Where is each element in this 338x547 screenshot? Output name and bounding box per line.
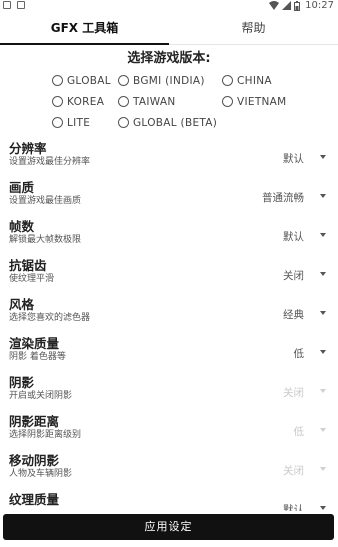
radio-vietnam[interactable]: VIETNAM xyxy=(222,96,287,108)
radio-bgmi-india[interactable]: BGMI (INDIA) xyxy=(118,75,222,87)
setting-shadow-distance[interactable]: 阴影距离 选择阴影距离级别 低 xyxy=(0,412,338,451)
setting-resolution[interactable]: 分辨率 设置游戏最佳分辨率 默认 xyxy=(0,139,338,178)
setting-anti-aliasing[interactable]: 抗锯齿 使纹理平滑 关闭 xyxy=(0,256,338,295)
dropdown-arrow-icon[interactable] xyxy=(320,428,326,432)
setting-render-quality[interactable]: 渲染质量 阴影 着色器等 低 xyxy=(0,334,338,373)
app-notification-icon xyxy=(17,1,25,9)
dropdown-arrow-icon[interactable] xyxy=(320,272,326,276)
dropdown-arrow-icon[interactable] xyxy=(320,467,326,471)
radio-circle-icon xyxy=(118,117,129,128)
setting-value[interactable]: 低 xyxy=(294,346,305,361)
dropdown-arrow-icon[interactable] xyxy=(320,506,326,510)
setting-texture-quality[interactable]: 纹理质量 默认 xyxy=(0,490,338,511)
setting-graphics[interactable]: 画质 设置游戏最佳画质 普通流畅 xyxy=(0,178,338,217)
dropdown-arrow-icon[interactable] xyxy=(320,311,326,315)
setting-value[interactable]: 默认 xyxy=(283,151,304,166)
tab-bar: GFX 工具箱 帮助 xyxy=(0,14,338,45)
radio-circle-icon xyxy=(52,96,63,107)
radio-taiwan[interactable]: TAIWAN xyxy=(118,96,222,108)
setting-value[interactable]: 低 xyxy=(294,424,305,439)
setting-subtitle: 阴影 着色器等 xyxy=(9,352,66,362)
apply-settings-button[interactable]: 应用设定 xyxy=(3,514,334,540)
setting-value[interactable]: 普通流畅 xyxy=(262,190,304,205)
status-time: 10:27 xyxy=(305,0,334,11)
notification-icon xyxy=(3,1,11,9)
setting-value[interactable]: 默认 xyxy=(283,502,304,511)
tab-gfx-toolbox[interactable]: GFX 工具箱 xyxy=(0,14,169,45)
radio-global-beta[interactable]: GLOBAL (BETA) xyxy=(118,117,222,129)
version-title: 选择游戏版本: xyxy=(127,51,211,66)
dropdown-arrow-icon[interactable] xyxy=(320,194,326,198)
setting-title: 阴影距离 xyxy=(9,414,60,429)
status-bar: 10:27 xyxy=(0,0,338,14)
radio-korea[interactable]: KOREA xyxy=(52,96,118,108)
setting-subtitle: 选择阴影距离级别 xyxy=(9,430,82,440)
setting-title: 渲染质量 xyxy=(9,336,60,351)
radio-global[interactable]: GLOBAL xyxy=(52,75,118,87)
signal-icon xyxy=(282,1,292,10)
setting-value[interactable]: 经典 xyxy=(283,307,304,322)
radio-lite[interactable]: LITE xyxy=(52,117,118,129)
setting-moving-shadow[interactable]: 移动阴影 人物及车辆阴影 关闭 xyxy=(0,451,338,490)
wifi-icon xyxy=(269,1,280,10)
dropdown-arrow-icon[interactable] xyxy=(320,155,326,159)
dropdown-arrow-icon[interactable] xyxy=(320,233,326,237)
dropdown-arrow-icon[interactable] xyxy=(320,350,326,354)
main-content: 选择游戏版本: GLOBAL BGMI (INDIA) CHINA KOREA … xyxy=(0,46,338,511)
tab-help[interactable]: 帮助 xyxy=(169,14,338,44)
setting-value[interactable]: 关闭 xyxy=(283,385,304,400)
setting-value[interactable]: 关闭 xyxy=(283,268,304,283)
setting-value[interactable]: 关闭 xyxy=(283,463,304,478)
radio-circle-icon xyxy=(52,117,63,128)
radio-circle-icon xyxy=(118,75,129,86)
version-radio-group: GLOBAL BGMI (INDIA) CHINA KOREA TAIWAN V… xyxy=(52,70,338,133)
radio-circle-icon xyxy=(222,96,233,107)
setting-shadow[interactable]: 阴影 开启或关闭阴影 关闭 xyxy=(0,373,338,412)
settings-list: 分辨率 设置游戏最佳分辨率 默认 画质 设置游戏最佳画质 普通流畅 帧数 解锁最… xyxy=(0,139,338,511)
radio-circle-icon xyxy=(118,96,129,107)
radio-circle-icon xyxy=(222,75,233,86)
battery-icon xyxy=(294,0,301,11)
setting-value[interactable]: 默认 xyxy=(283,229,304,244)
radio-circle-icon xyxy=(52,75,63,86)
setting-style[interactable]: 风格 选择您喜欢的滤色器 经典 xyxy=(0,295,338,334)
setting-fps[interactable]: 帧数 解锁最大帧数极限 默认 xyxy=(0,217,338,256)
dropdown-arrow-icon[interactable] xyxy=(320,389,326,393)
radio-china[interactable]: CHINA xyxy=(222,75,272,87)
